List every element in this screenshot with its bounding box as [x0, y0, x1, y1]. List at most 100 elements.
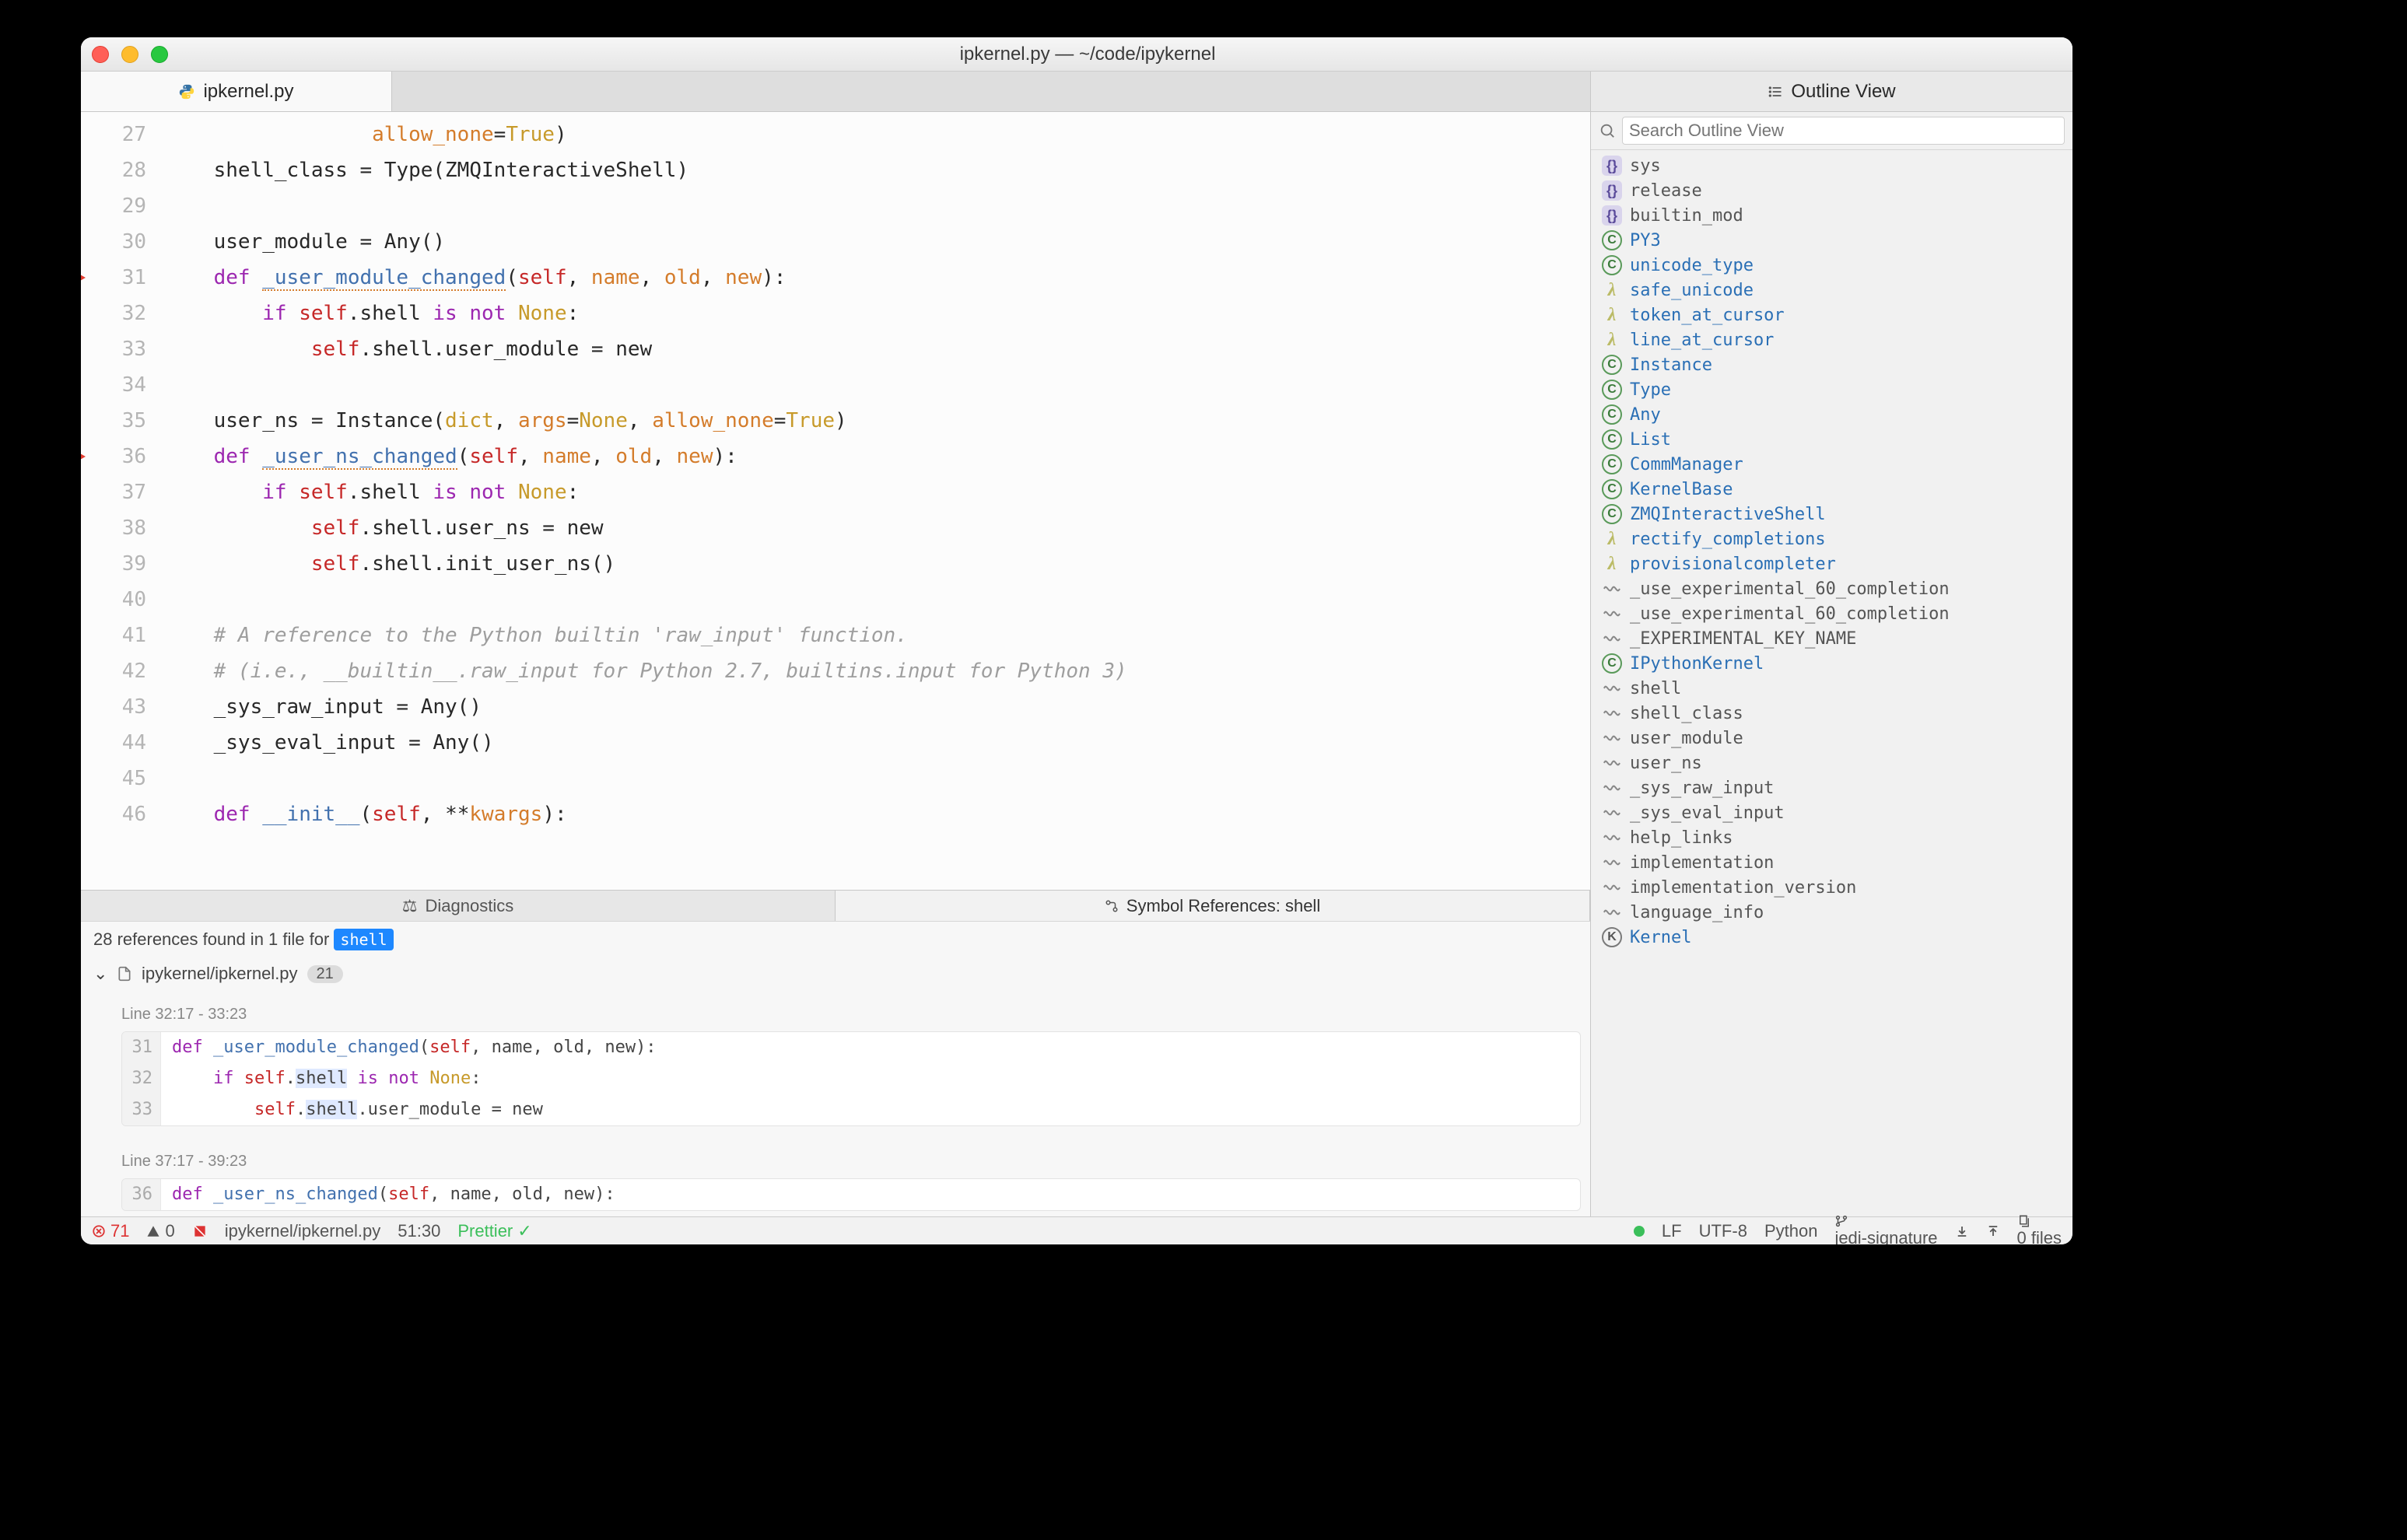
- outline-item[interactable]: CAny: [1591, 402, 2072, 427]
- gutter-line[interactable]: 38: [81, 510, 146, 546]
- code-line[interactable]: # (i.e., __builtin__.raw_input for Pytho…: [165, 653, 1590, 689]
- status-signature[interactable]: jedi-signature: [1834, 1214, 1937, 1245]
- status-warnings[interactable]: 0: [146, 1221, 174, 1241]
- outline-item[interactable]: CIPythonKernel: [1591, 651, 2072, 676]
- outline-item[interactable]: shell: [1591, 676, 2072, 701]
- outline-item[interactable]: language_info: [1591, 900, 2072, 925]
- status-encoding[interactable]: UTF-8: [1699, 1221, 1747, 1241]
- gutter-line[interactable]: 37: [81, 474, 146, 510]
- outline-item[interactable]: CList: [1591, 427, 2072, 452]
- gutter-line[interactable]: 34: [81, 367, 146, 403]
- editor[interactable]: 2728293031323334353637383940414243444546…: [81, 112, 1590, 890]
- status-language[interactable]: Python: [1764, 1221, 1818, 1241]
- tab-ipkernel[interactable]: ipkernel.py: [81, 72, 392, 111]
- outline-item[interactable]: {}sys: [1591, 153, 2072, 178]
- outline-header[interactable]: Outline View: [1590, 72, 2072, 111]
- gutter-line[interactable]: 36: [81, 439, 146, 474]
- outline-item[interactable]: CZMQInteractiveShell: [1591, 502, 2072, 527]
- code-line[interactable]: user_ns = Instance(dict, args=None, allo…: [165, 403, 1590, 439]
- outline-item[interactable]: λrectify_completions: [1591, 527, 2072, 551]
- gutter-line[interactable]: 43: [81, 689, 146, 725]
- code-line[interactable]: user_module = Any(): [165, 224, 1590, 260]
- result-code[interactable]: 36def _user_ns_changed(self, name, old, …: [121, 1178, 1581, 1211]
- outline-item[interactable]: λline_at_cursor: [1591, 327, 2072, 352]
- outline-item[interactable]: implementation: [1591, 850, 2072, 875]
- status-eol[interactable]: LF: [1662, 1221, 1682, 1241]
- code-line[interactable]: [165, 188, 1590, 224]
- tab-symbol-references[interactable]: Symbol References: shell: [836, 891, 1590, 921]
- code-line[interactable]: # A reference to the Python builtin 'raw…: [165, 618, 1590, 653]
- code-line[interactable]: self.shell.user_ns = new: [165, 510, 1590, 546]
- code-line[interactable]: def _user_module_changed(self, name, old…: [165, 260, 1590, 296]
- gutter-line[interactable]: 35: [81, 403, 146, 439]
- outline-item[interactable]: _sys_eval_input: [1591, 800, 2072, 825]
- outline-item[interactable]: CCommManager: [1591, 452, 2072, 477]
- gutter-line[interactable]: 30: [81, 224, 146, 260]
- outline-item[interactable]: _use_experimental_60_completion: [1591, 601, 2072, 626]
- outline-item[interactable]: _use_experimental_60_completion: [1591, 576, 2072, 601]
- code-line[interactable]: shell_class = Type(ZMQInteractiveShell): [165, 152, 1590, 188]
- status-cursor-position[interactable]: 51:30: [398, 1221, 440, 1241]
- tab-diagnostics[interactable]: ⚖︎ Diagnostics: [81, 891, 836, 921]
- outline-item[interactable]: λprovisionalcompleter: [1591, 551, 2072, 576]
- outline-search-input[interactable]: [1622, 117, 2065, 145]
- code-line[interactable]: def _user_ns_changed(self, name, old, ne…: [165, 439, 1590, 474]
- outline-item[interactable]: {}release: [1591, 178, 2072, 203]
- gutter-line[interactable]: 39: [81, 546, 146, 582]
- outline-item[interactable]: shell_class: [1591, 701, 2072, 726]
- code-line[interactable]: _sys_raw_input = Any(): [165, 689, 1590, 725]
- code-line[interactable]: _sys_eval_input = Any(): [165, 725, 1590, 761]
- outline-item[interactable]: {}builtin_mod: [1591, 203, 2072, 228]
- outline-item[interactable]: Cunicode_type: [1591, 253, 2072, 278]
- gutter-line[interactable]: 46: [81, 796, 146, 832]
- outline-item[interactable]: CKernelBase: [1591, 477, 2072, 502]
- status-prettier[interactable]: Prettier ✓: [457, 1221, 531, 1241]
- outline-list[interactable]: {}sys{}release{}builtin_modCPY3Cunicode_…: [1591, 150, 2072, 1216]
- close-window-button[interactable]: [92, 46, 109, 63]
- outline-item[interactable]: CPY3: [1591, 228, 2072, 253]
- outline-item[interactable]: help_links: [1591, 825, 2072, 850]
- upload-icon[interactable]: [1986, 1224, 2000, 1238]
- gutter-line[interactable]: 32: [81, 296, 146, 331]
- outline-item[interactable]: λsafe_unicode: [1591, 278, 2072, 303]
- code-line[interactable]: [165, 367, 1590, 403]
- gutter-line[interactable]: 28: [81, 152, 146, 188]
- gutter-line[interactable]: 33: [81, 331, 146, 367]
- outline-item[interactable]: _sys_raw_input: [1591, 775, 2072, 800]
- code-line[interactable]: def __init__(self, **kwargs):: [165, 796, 1590, 832]
- outline-item[interactable]: CInstance: [1591, 352, 2072, 377]
- gutter-line[interactable]: 27: [81, 117, 146, 152]
- gutter-line[interactable]: 29: [81, 188, 146, 224]
- cursor-scope-icon[interactable]: [192, 1223, 208, 1239]
- editor-code[interactable]: allow_none=True) shell_class = Type(ZMQI…: [156, 112, 1590, 890]
- kite-status-icon[interactable]: [1634, 1226, 1645, 1237]
- download-icon[interactable]: [1955, 1224, 1969, 1238]
- results-file-row[interactable]: ⌄ ipykernel/ipkernel.py 21: [81, 957, 1590, 990]
- outline-item[interactable]: CType: [1591, 377, 2072, 402]
- gutter-line[interactable]: 41: [81, 618, 146, 653]
- status-file-path[interactable]: ipykernel/ipkernel.py: [225, 1221, 381, 1241]
- gutter-line[interactable]: 42: [81, 653, 146, 689]
- gutter-line[interactable]: 44: [81, 725, 146, 761]
- code-line[interactable]: self.shell.user_module = new: [165, 331, 1590, 367]
- outline-item[interactable]: implementation_version: [1591, 875, 2072, 900]
- outline-item[interactable]: user_module: [1591, 726, 2072, 751]
- outline-item[interactable]: _EXPERIMENTAL_KEY_NAME: [1591, 626, 2072, 651]
- code-line[interactable]: self.shell.init_user_ns(): [165, 546, 1590, 582]
- outline-item[interactable]: user_ns: [1591, 751, 2072, 775]
- zoom-window-button[interactable]: [151, 46, 168, 63]
- outline-item[interactable]: λtoken_at_cursor: [1591, 303, 2072, 327]
- status-github-files[interactable]: 0 files: [2017, 1214, 2062, 1245]
- gutter-line[interactable]: 31: [81, 260, 146, 296]
- minimize-window-button[interactable]: [121, 46, 138, 63]
- code-line[interactable]: [165, 761, 1590, 796]
- status-errors[interactable]: 71: [92, 1221, 129, 1241]
- result-code[interactable]: 31def _user_module_changed(self, name, o…: [121, 1031, 1581, 1126]
- gutter-line[interactable]: 40: [81, 582, 146, 618]
- gutter-line[interactable]: 45: [81, 761, 146, 796]
- code-line[interactable]: if self.shell is not None:: [165, 474, 1590, 510]
- code-line[interactable]: [165, 582, 1590, 618]
- outline-item[interactable]: KKernel: [1591, 925, 2072, 950]
- code-line[interactable]: allow_none=True): [165, 117, 1590, 152]
- code-line[interactable]: if self.shell is not None:: [165, 296, 1590, 331]
